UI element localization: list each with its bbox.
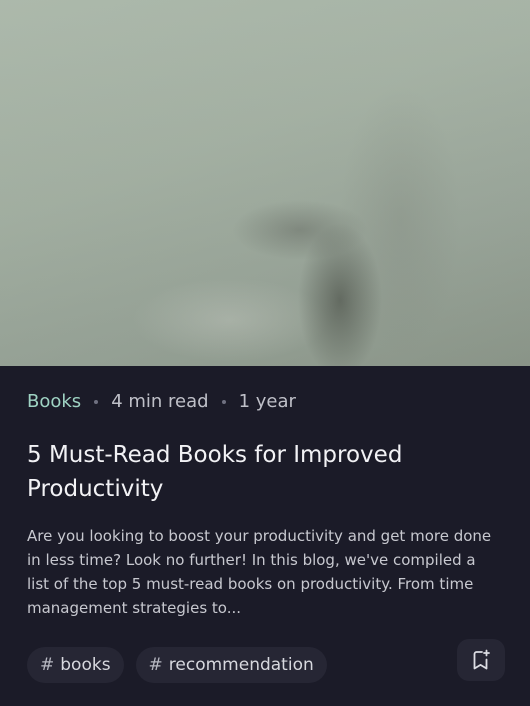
post-age: 1 year <box>238 391 296 412</box>
hash-icon: # <box>40 655 55 675</box>
tag-list: # books # recommendation <box>27 647 327 683</box>
tag-recommendation[interactable]: # recommendation <box>135 647 327 683</box>
tag-label: recommendation <box>168 655 314 675</box>
read-time: 4 min read <box>111 391 209 412</box>
hash-icon: # <box>148 655 163 675</box>
article-title[interactable]: 5 Must-Read Books for Improved Productiv… <box>27 438 497 506</box>
meta-separator <box>221 399 226 404</box>
bookmark-button[interactable] <box>457 639 505 681</box>
cover-image-overlay <box>0 0 530 366</box>
category-link[interactable]: Books <box>27 391 81 412</box>
article-cover-image[interactable] <box>0 0 530 366</box>
tag-books[interactable]: # books <box>27 647 124 683</box>
article-card[interactable]: Books 4 min read 1 year 5 Must-Read Book… <box>0 0 530 706</box>
bookmark-add-icon <box>471 649 491 671</box>
tag-label: books <box>60 655 111 675</box>
article-meta: Books 4 min read 1 year <box>27 391 296 412</box>
meta-separator <box>94 399 99 404</box>
article-excerpt: Are you looking to boost your productivi… <box>27 527 492 617</box>
